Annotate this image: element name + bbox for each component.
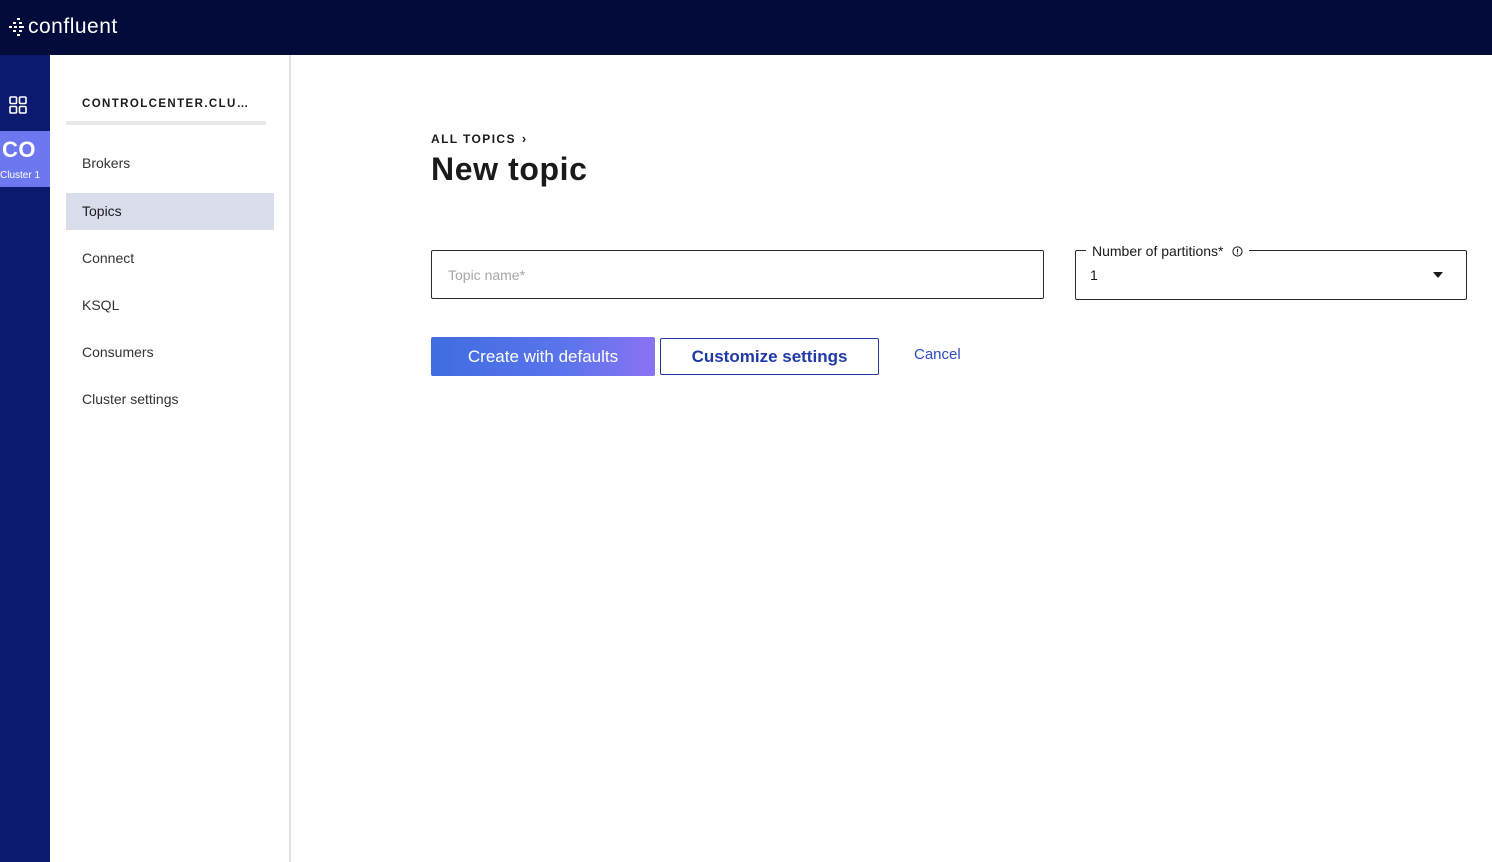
cluster-abbreviation: CO xyxy=(2,137,36,162)
info-icon[interactable] xyxy=(1231,245,1243,257)
cluster-name: Cluster 1 xyxy=(0,170,41,181)
cluster-sidebar: CONTROLCENTER.CLUSTER Brokers Topics Con… xyxy=(50,55,291,862)
grid-icon[interactable] xyxy=(9,96,27,114)
breadcrumb-all-topics[interactable]: ALL TOPICS xyxy=(431,132,516,146)
sidebar-item-connect[interactable]: Connect xyxy=(66,240,274,277)
chevron-right-icon: › xyxy=(521,131,528,146)
confluent-logo-icon xyxy=(8,15,26,39)
cluster-title: CONTROLCENTER.CLUSTER xyxy=(82,98,254,110)
chevron-down-icon[interactable] xyxy=(1433,272,1443,278)
cluster-title-divider xyxy=(66,121,266,125)
topic-name-input[interactable] xyxy=(431,250,1044,299)
sidebar-item-cluster-settings[interactable]: Cluster settings xyxy=(66,381,274,418)
top-bar: confluent xyxy=(0,0,1492,55)
confluent-logo[interactable]: confluent xyxy=(8,12,118,42)
breadcrumb: ALL TOPICS › xyxy=(431,131,528,146)
brand-name: confluent xyxy=(28,15,118,38)
sidebar-item-brokers[interactable]: Brokers xyxy=(66,145,274,182)
partitions-value: 1 xyxy=(1090,267,1098,283)
cluster-switcher-tile[interactable]: CO Cluster 1 xyxy=(0,131,50,187)
partitions-label: Number of partitions* xyxy=(1092,243,1224,259)
partitions-label-group: Number of partitions* xyxy=(1086,243,1249,259)
partitions-select[interactable]: Number of partitions* 1 xyxy=(1075,243,1467,300)
main-content: ALL TOPICS › New topic Number of partiti… xyxy=(291,55,1492,862)
cancel-button[interactable]: Cancel xyxy=(914,346,961,363)
sidebar-item-consumers[interactable]: Consumers xyxy=(66,334,274,371)
sidebar-item-topics[interactable]: Topics xyxy=(66,193,274,230)
page-title: New topic xyxy=(431,151,588,187)
left-rail: CO Cluster 1 xyxy=(0,55,50,862)
customize-settings-button[interactable]: Customize settings xyxy=(660,338,879,375)
sidebar-item-ksql[interactable]: KSQL xyxy=(66,287,274,324)
create-with-defaults-button[interactable]: Create with defaults xyxy=(431,337,655,376)
